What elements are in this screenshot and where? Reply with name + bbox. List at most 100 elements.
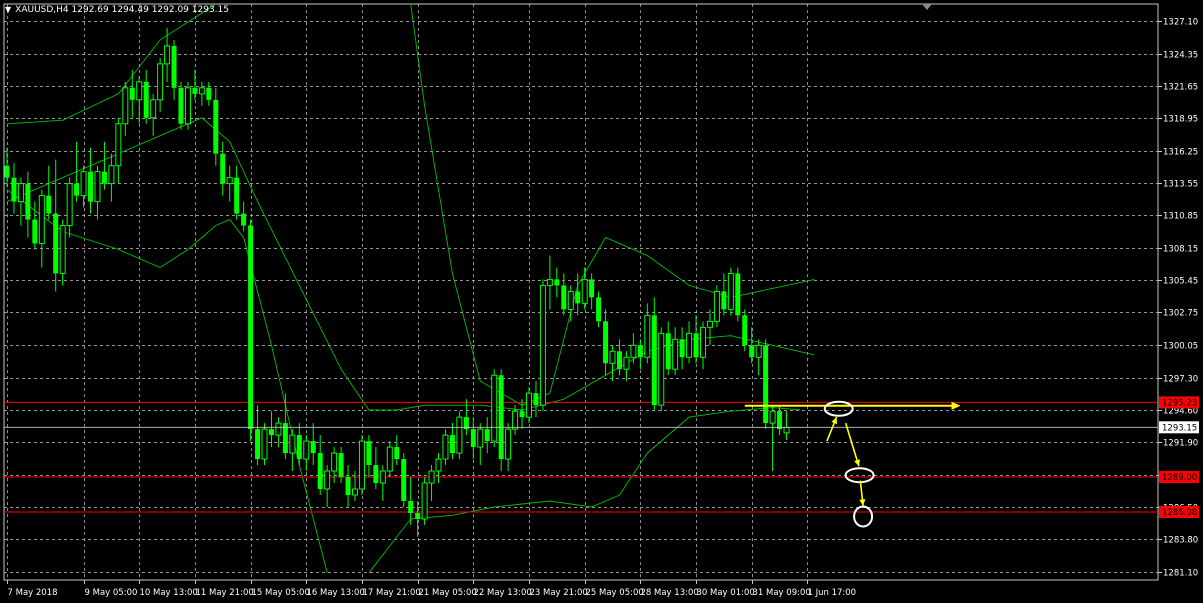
candle-body-bear [143, 81, 149, 118]
candle-body-bull [261, 428, 268, 460]
candle-body-bear [394, 447, 400, 460]
candle-body-bull [421, 482, 428, 520]
collapse-triangle-icon[interactable]: ▼ [5, 5, 11, 14]
time-label: 31 May 09:00 [753, 588, 811, 598]
ohlc-readout: 1292.69 1294.49 1292.09 1293.15 [71, 5, 229, 15]
level-price-label: 1289.00 [1162, 473, 1197, 483]
candle-body-bear [742, 315, 748, 346]
candle-body-bear [234, 177, 240, 214]
time-label: 1 Jun 17:00 [808, 588, 857, 598]
candle-body-bull [428, 470, 435, 484]
candle-body-bull [686, 332, 693, 358]
candle-body-bull [115, 123, 122, 167]
candle-body-bull [769, 410, 776, 424]
candle-body-bear [665, 333, 671, 370]
time-label: 21 May 05:00 [419, 588, 477, 598]
candle-body-bull [706, 320, 713, 328]
time-label: 10 May 13:00 [140, 588, 198, 598]
candle-body-bear [721, 291, 727, 310]
price-label: 1300.05 [1163, 342, 1198, 352]
candle-body-bear [220, 153, 226, 184]
candle-body-bull [59, 225, 66, 274]
candle-body-bull [644, 314, 651, 358]
time-label: 7 May 2018 [8, 588, 58, 598]
candle-body-bull [226, 177, 233, 185]
candle-body-bear [11, 177, 17, 202]
candle-body-bull [623, 356, 630, 370]
time-label: 23 May 21:00 [530, 588, 588, 598]
candle-body-bear [603, 321, 609, 364]
price-label: 1281.10 [1163, 569, 1198, 579]
candle-body-bear [213, 99, 219, 154]
chart-header: ▼ XAUUSD,H4 1292.69 1294.49 1292.09 1293.… [5, 5, 229, 15]
price-label: 1327.10 [1163, 18, 1198, 28]
candle-body-bull [512, 410, 519, 430]
candle-body-bull [17, 183, 24, 203]
candle-body-bear [338, 453, 344, 478]
price-label: 1316.25 [1163, 148, 1198, 158]
candle-body-bear [268, 429, 274, 436]
candle-body-bear [616, 351, 622, 370]
candle-body-bull [122, 87, 129, 125]
price-label: 1318.95 [1163, 115, 1198, 125]
price-label: 1308.15 [1163, 245, 1198, 255]
price-label: 1297.30 [1163, 375, 1198, 385]
candle-body-bull [358, 440, 365, 490]
candle-body-bull [331, 452, 338, 472]
candle-body-bear [470, 429, 476, 448]
candle-body-bear [25, 183, 31, 220]
candle-body-bear [596, 297, 602, 322]
price-label: 1324.35 [1163, 51, 1198, 61]
candle-body-bear [101, 171, 107, 184]
candle-body-bull [672, 338, 679, 370]
candle-body-bear [484, 429, 490, 442]
time-label: 25 May 05:00 [586, 588, 644, 598]
candle-body-bull [324, 470, 331, 490]
candle-body-bull [567, 290, 574, 310]
current-price-label: 1293.15 [1162, 423, 1197, 433]
candle-body-bear [415, 512, 421, 519]
time-label: 15 May 05:00 [252, 588, 310, 598]
candle-body-bull [477, 428, 484, 448]
candle-body-bear [129, 87, 135, 100]
candle-body-bull [713, 290, 720, 322]
candle-body-bull [94, 171, 101, 203]
candle-body-bull [435, 458, 442, 472]
candle-body-bear [53, 213, 59, 274]
price-label: 1313.55 [1163, 180, 1198, 190]
candle-body-bull [386, 446, 393, 472]
candle-body-bull [80, 171, 87, 197]
candle-body-bull [630, 344, 637, 358]
time-label: 16 May 13:00 [307, 588, 365, 598]
candle-body-bear [345, 477, 351, 495]
level-price-label: 1286.08 [1162, 508, 1197, 518]
candle-body-bull [38, 195, 45, 245]
price-chart[interactable]: 1327.10 1324.35 1321.65 1318.95 1316.25 1313.… [0, 0, 1203, 603]
candle-body-bull [289, 434, 296, 454]
candle-body-bear [255, 429, 261, 460]
candle-body-bull [700, 326, 706, 358]
candle-body-bear [88, 171, 94, 202]
candle-body-bull [157, 63, 164, 101]
candle-body-bear [206, 87, 212, 100]
price-label: 1305.45 [1163, 277, 1198, 287]
candle-body-bear [575, 291, 581, 304]
candle-body-bear [317, 453, 323, 489]
time-label: 11 May 21:00 [196, 588, 254, 598]
candle-body-bear [554, 279, 560, 286]
candle-body-bear [693, 333, 699, 358]
time-label: 30 May 01:00 [697, 588, 755, 598]
candle-body-bear [373, 465, 379, 484]
symbol-label: XAUUSD,H4 [15, 5, 69, 15]
candle-body-bear [519, 411, 525, 418]
candle-body-bear [449, 435, 455, 454]
candle-body-bull [658, 332, 665, 406]
candle-body-bear [4, 165, 10, 178]
candle-body-bull [352, 488, 358, 496]
candle-body-bear [32, 219, 38, 244]
candle-body-bull [526, 392, 532, 418]
candle-body-bull [198, 87, 205, 95]
candle-body-bear [192, 87, 198, 94]
candle-body-bear [178, 87, 184, 124]
candle-body-bull [505, 428, 512, 460]
